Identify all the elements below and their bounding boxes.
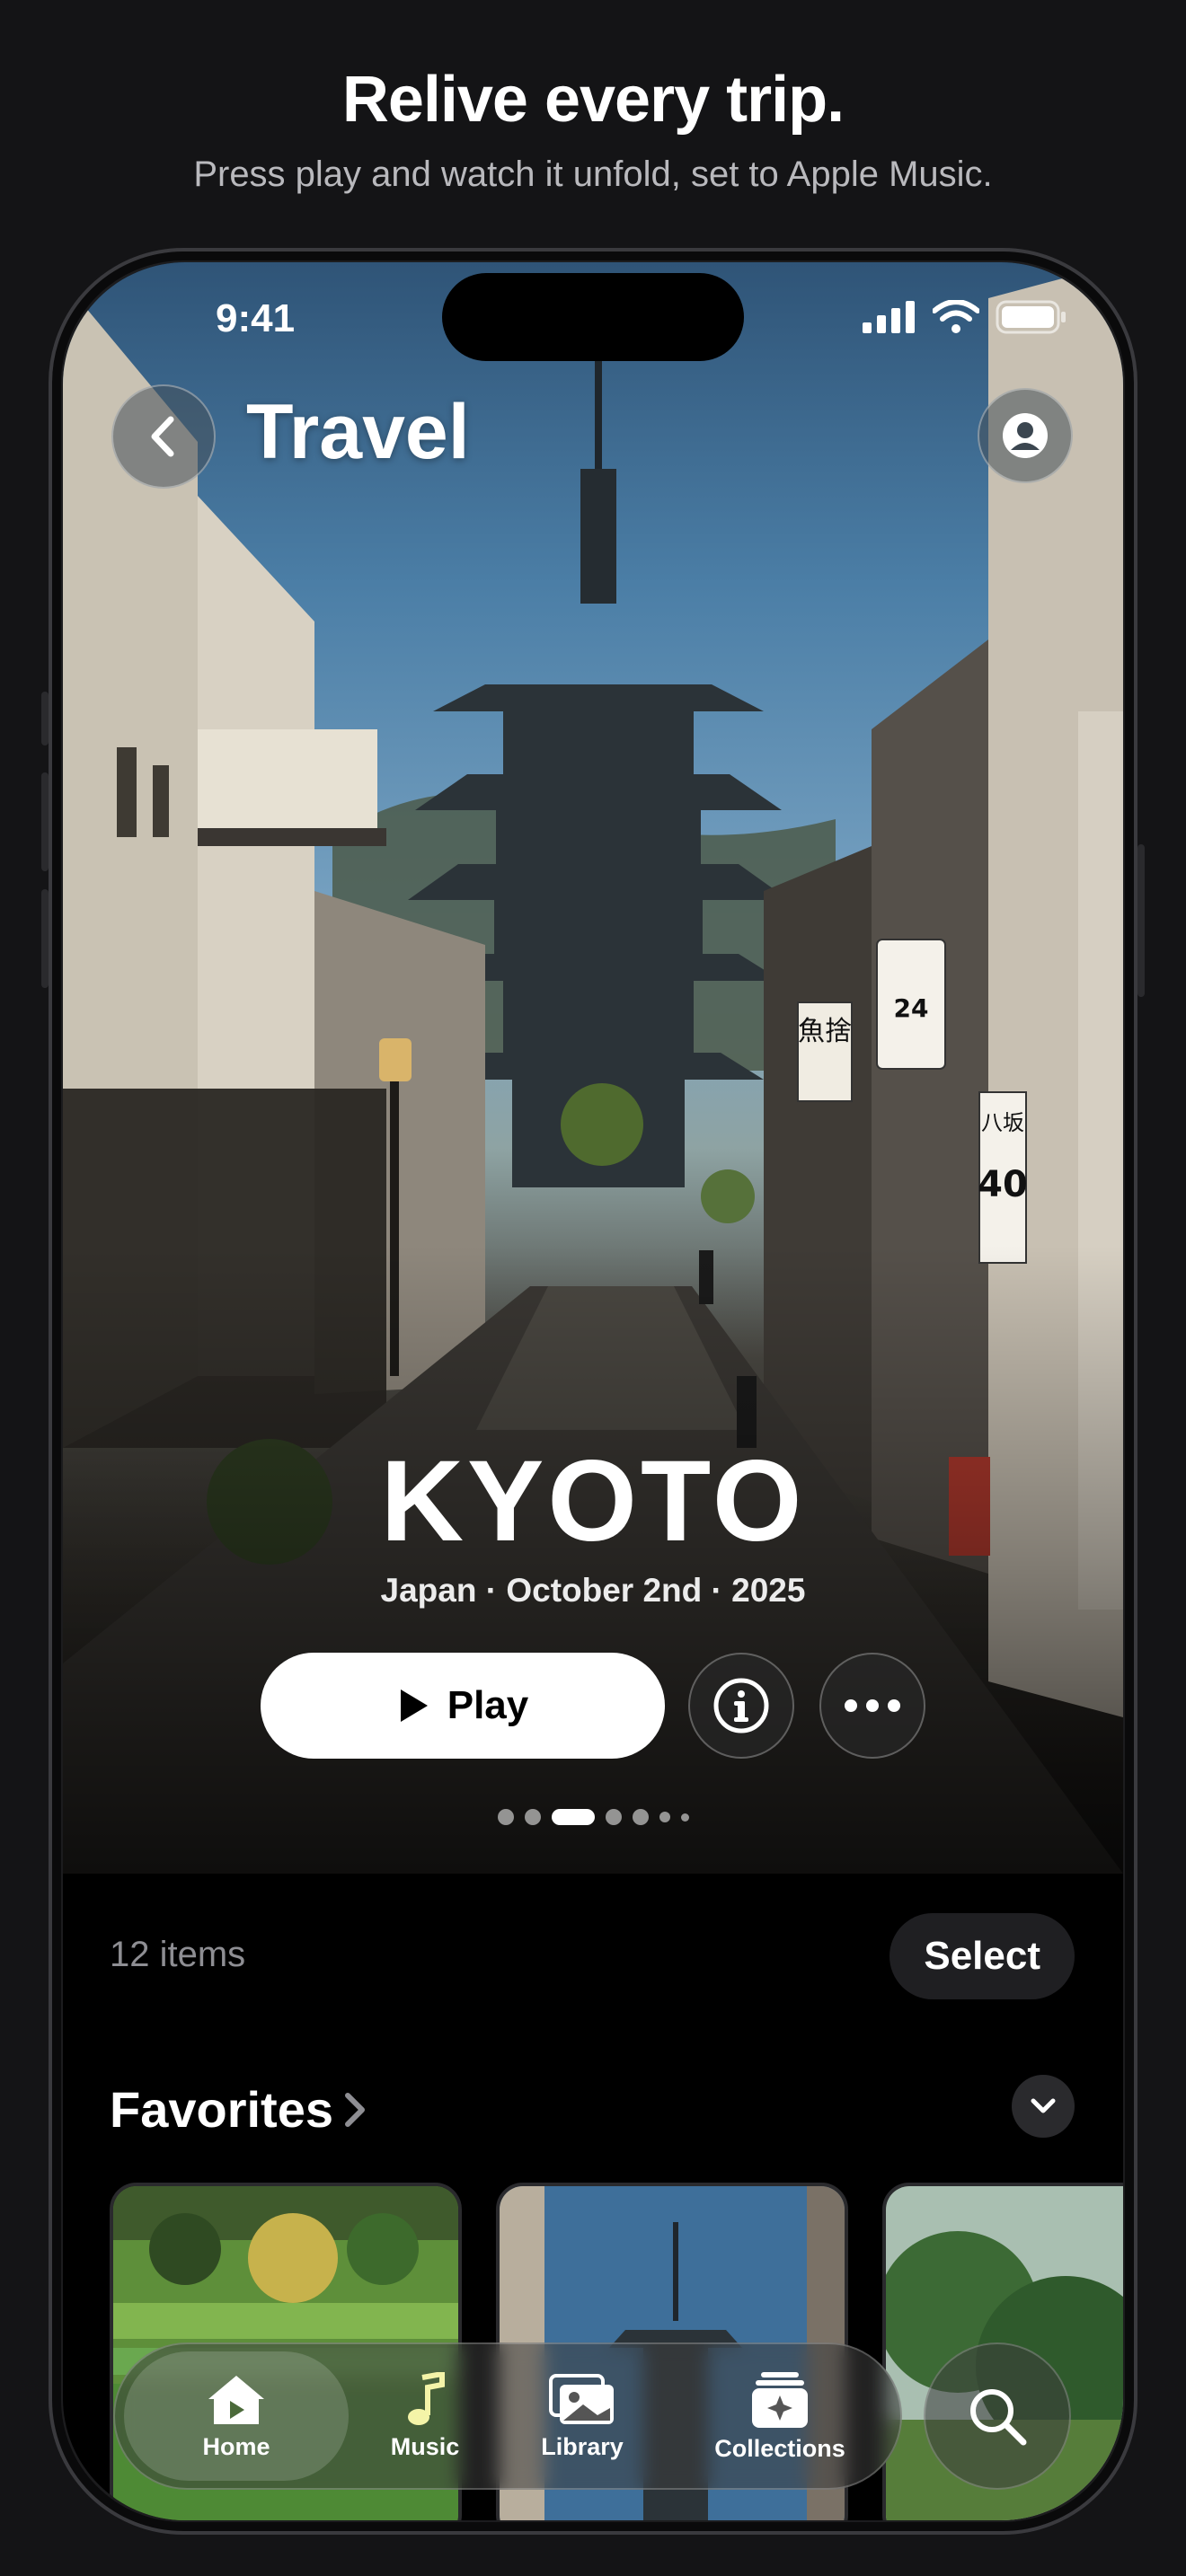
chevron-left-icon bbox=[151, 416, 174, 457]
ellipsis-icon bbox=[845, 1699, 900, 1712]
dynamic-island bbox=[442, 273, 744, 361]
back-button[interactable] bbox=[111, 384, 216, 489]
page-dot bbox=[524, 1809, 541, 1825]
marketing-title: Relive every trip. bbox=[341, 64, 845, 136]
trip-meta: Japan · October 2nd · 2025 bbox=[380, 1572, 806, 1609]
side-button bbox=[1137, 844, 1145, 997]
select-button[interactable]: Select bbox=[890, 1913, 1075, 1999]
items-count: 12 items bbox=[110, 1935, 246, 1974]
favorites-title: Favorites bbox=[110, 2081, 333, 2138]
status-time: 9:41 bbox=[216, 296, 296, 340]
search-button[interactable] bbox=[924, 2342, 1071, 2490]
search-icon bbox=[970, 2389, 1027, 2446]
chevron-down-icon bbox=[1031, 2098, 1056, 2113]
tab-music[interactable]: Music bbox=[358, 2344, 492, 2488]
cellular-signal-icon bbox=[863, 301, 915, 333]
tab-collections-label: Collections bbox=[714, 2434, 845, 2462]
more-button[interactable] bbox=[819, 1653, 925, 1759]
battery-icon bbox=[996, 300, 1066, 334]
music-note-icon bbox=[408, 2371, 445, 2425]
hero-photo[interactable]: 魚捨 24 八坂 40 bbox=[63, 262, 1123, 1874]
tab-music-label: Music bbox=[390, 2432, 460, 2460]
profile-button[interactable] bbox=[978, 388, 1073, 483]
home-icon bbox=[208, 2375, 264, 2424]
trip-title: KYOTO bbox=[380, 1437, 806, 1566]
tab-library[interactable]: Library bbox=[501, 2344, 663, 2488]
parking-sign-text: 24 bbox=[894, 993, 929, 1023]
shop-sign-b-number: 40 bbox=[978, 1164, 1028, 1205]
volume-up-button bbox=[41, 772, 49, 871]
play-button[interactable]: Play bbox=[261, 1653, 665, 1759]
phone-screen: 魚捨 24 八坂 40 9:41 Travel KYOTO Japan · Oc… bbox=[63, 262, 1123, 2520]
play-button-label: Play bbox=[447, 1683, 529, 1727]
tab-library-label: Library bbox=[541, 2432, 624, 2460]
marketing-subtitle: Press play and watch it unfold, set to A… bbox=[193, 154, 993, 194]
page-dot-active bbox=[551, 1809, 595, 1825]
status-icons bbox=[863, 300, 1067, 334]
info-icon bbox=[713, 1678, 769, 1734]
info-button[interactable] bbox=[688, 1653, 794, 1759]
page-dot bbox=[632, 1809, 649, 1825]
page-dot bbox=[680, 1813, 689, 1822]
person-circle-icon bbox=[1003, 413, 1048, 458]
tab-collections[interactable]: Collections bbox=[672, 2344, 888, 2488]
collapse-button[interactable] bbox=[1012, 2075, 1075, 2138]
chevron-right-icon bbox=[345, 2092, 365, 2127]
volume-down-button bbox=[41, 889, 49, 988]
tab-bar: Home Music Library Collections bbox=[113, 2342, 902, 2490]
tab-home[interactable]: Home bbox=[124, 2351, 349, 2481]
collections-icon bbox=[752, 2371, 808, 2428]
tab-home-label: Home bbox=[202, 2432, 270, 2460]
page-dot bbox=[659, 1812, 670, 1822]
shop-sign-text: 魚捨 bbox=[798, 1016, 852, 1047]
action-button bbox=[41, 692, 49, 745]
play-icon bbox=[400, 1689, 428, 1722]
page-indicator[interactable] bbox=[63, 1809, 1123, 1825]
page-dot bbox=[605, 1809, 622, 1825]
page-dot bbox=[497, 1809, 514, 1825]
favorites-header[interactable]: Favorites bbox=[110, 2080, 367, 2139]
photos-icon bbox=[549, 2373, 614, 2424]
wifi-icon bbox=[933, 300, 979, 333]
shop-sign-b-text: 八坂 bbox=[981, 1110, 1024, 1135]
page-title: Travel bbox=[246, 389, 470, 475]
